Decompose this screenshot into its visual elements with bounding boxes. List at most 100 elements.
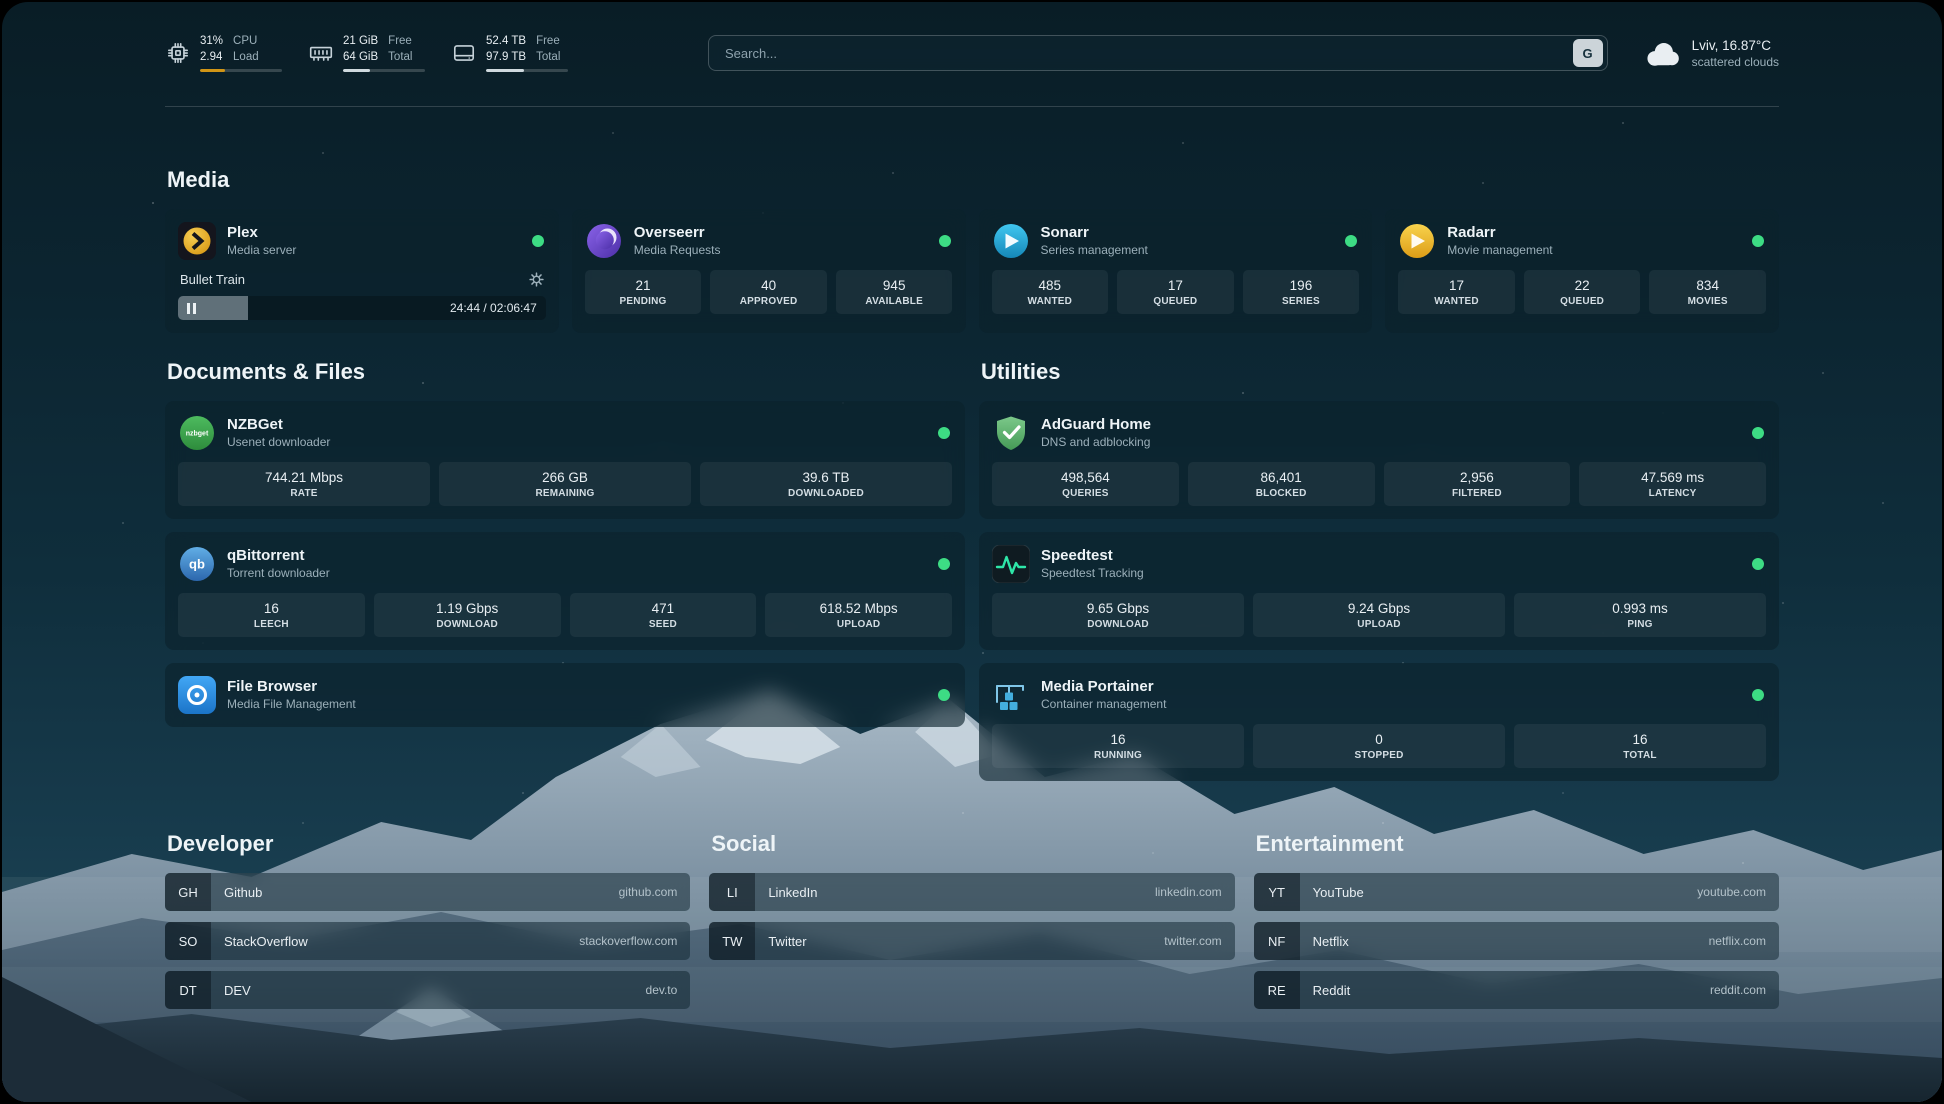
- bookmark-abbr: YT: [1254, 873, 1300, 911]
- bookmark-url: dev.to: [646, 983, 678, 997]
- plex-icon: [178, 222, 216, 260]
- memory-total-label: Total: [388, 50, 412, 66]
- gear-icon[interactable]: [529, 272, 544, 287]
- stat-queued: 17 QUEUED: [1117, 270, 1234, 314]
- stat-pending: 21 PENDING: [585, 270, 702, 314]
- bookmark-abbr: RE: [1254, 971, 1300, 1009]
- service-card-radarr[interactable]: Radarr Movie management 17 WANTED 22 QUE…: [1385, 209, 1779, 333]
- plex-time: 24:44 / 02:06:47: [450, 301, 546, 315]
- memory-free-label: Free: [388, 34, 412, 50]
- bookmark-name: YouTube: [1313, 885, 1364, 900]
- bookmark-url: twitter.com: [1164, 934, 1221, 948]
- service-card-adguard[interactable]: AdGuard Home DNS and adblocking 498,564 …: [979, 401, 1779, 519]
- adguard-icon: [992, 414, 1030, 452]
- stat-stopped: 0 STOPPED: [1253, 724, 1505, 768]
- bookmark-twitter[interactable]: TW Twitter twitter.com: [709, 922, 1234, 960]
- bookmark-abbr: SO: [165, 922, 211, 960]
- overseerr-header[interactable]: Overseerr Media Requests: [585, 222, 953, 260]
- memory-widget: 21 GiB 64 GiB Free Total: [308, 34, 425, 72]
- portainer-header[interactable]: Media Portainer Container management: [992, 676, 1766, 714]
- speedtest-icon: [992, 545, 1030, 583]
- overseerr-icon: [585, 222, 623, 260]
- app-name: File Browser: [227, 677, 356, 697]
- bookmark-name: Netflix: [1313, 934, 1349, 949]
- section-title-media: Media: [167, 167, 1779, 193]
- status-dot: [1345, 235, 1357, 247]
- stat-movies: 834 MOVIES: [1649, 270, 1766, 314]
- status-dot: [1752, 235, 1764, 247]
- status-dot: [938, 689, 950, 701]
- search-input[interactable]: [723, 45, 1573, 62]
- bookmark-abbr: GH: [165, 873, 211, 911]
- app-name: qBittorrent: [227, 546, 330, 566]
- bookmark-url: netflix.com: [1709, 934, 1766, 948]
- memory-usage-bar: [343, 69, 425, 72]
- app-subtitle: Torrent downloader: [227, 566, 330, 582]
- app-name: Radarr: [1447, 223, 1552, 243]
- cpu-usage-fill: [200, 69, 225, 72]
- memory-free: 21 GiB: [343, 34, 378, 50]
- disk-free-label: Free: [536, 34, 560, 50]
- cpu-percent: 31%: [200, 34, 223, 50]
- bookmark-stackoverflow[interactable]: SO StackOverflow stackoverflow.com: [165, 922, 690, 960]
- plex-header[interactable]: Plex Media server: [178, 222, 546, 260]
- service-card-sonarr[interactable]: Sonarr Series management 485 WANTED 17 Q…: [979, 209, 1373, 333]
- cpu-load: 2.94: [200, 50, 223, 66]
- plex-progress-bar: 24:44 / 02:06:47: [178, 296, 546, 320]
- stat-upload: 9.24 Gbps UPLOAD: [1253, 593, 1505, 637]
- stat-upload: 618.52 Mbps UPLOAD: [765, 593, 952, 637]
- weather-location: Lviv, 16.87°C: [1692, 38, 1779, 53]
- stat-available: 945 AVAILABLE: [836, 270, 953, 314]
- app-name: AdGuard Home: [1041, 415, 1151, 435]
- search-provider-button[interactable]: G: [1573, 39, 1603, 67]
- section-developer: Developer GH Github github.com SO StackO…: [165, 831, 690, 1009]
- stat-queries: 498,564 QUERIES: [992, 462, 1179, 506]
- app-subtitle: Media Requests: [634, 243, 721, 259]
- app-subtitle: Media server: [227, 243, 296, 259]
- bookmark-reddit[interactable]: RE Reddit reddit.com: [1254, 971, 1779, 1009]
- bookmark-url: github.com: [619, 885, 678, 899]
- bookmark-name: Github: [224, 885, 262, 900]
- bookmark-github[interactable]: GH Github github.com: [165, 873, 690, 911]
- nzbget-header[interactable]: nzbget NZBGet Usenet downloader: [178, 414, 952, 452]
- app-subtitle: DNS and adblocking: [1041, 435, 1151, 451]
- bookmark-abbr: LI: [709, 873, 755, 911]
- section-title-social: Social: [711, 831, 1234, 857]
- service-card-overseerr[interactable]: Overseerr Media Requests 21 PENDING 40 A…: [572, 209, 966, 333]
- stat-downloaded: 39.6 TB DOWNLOADED: [700, 462, 952, 506]
- filebrowser-header[interactable]: File Browser Media File Management: [178, 676, 952, 714]
- app-name: Plex: [227, 223, 296, 243]
- qbittorrent-icon: qb: [178, 545, 216, 583]
- radarr-header[interactable]: Radarr Movie management: [1398, 222, 1766, 260]
- section-entertainment: Entertainment YT YouTube youtube.com NF …: [1254, 831, 1779, 1009]
- service-card-qbittorrent[interactable]: qb qBittorrent Torrent downloader 16: [165, 532, 965, 650]
- service-card-plex[interactable]: Plex Media server Bullet Train: [165, 209, 559, 333]
- adguard-header[interactable]: AdGuard Home DNS and adblocking: [992, 414, 1766, 452]
- bookmark-dev[interactable]: DT DEV dev.to: [165, 971, 690, 1009]
- sonarr-header[interactable]: Sonarr Series management: [992, 222, 1360, 260]
- search-bar[interactable]: G: [708, 35, 1608, 71]
- service-card-speedtest[interactable]: Speedtest Speedtest Tracking 9.65 Gbps D…: [979, 532, 1779, 650]
- service-card-portainer[interactable]: Media Portainer Container management 16 …: [979, 663, 1779, 781]
- bookmark-abbr: TW: [709, 922, 755, 960]
- qbittorrent-header[interactable]: qb qBittorrent Torrent downloader: [178, 545, 952, 583]
- app-name: Media Portainer: [1041, 677, 1166, 697]
- bookmark-name: Twitter: [768, 934, 806, 949]
- app-name: Sonarr: [1041, 223, 1148, 243]
- weather-condition: scattered clouds: [1692, 55, 1779, 69]
- app-name: Speedtest: [1041, 546, 1144, 566]
- bookmark-netflix[interactable]: NF Netflix netflix.com: [1254, 922, 1779, 960]
- bookmark-abbr: DT: [165, 971, 211, 1009]
- speedtest-header[interactable]: Speedtest Speedtest Tracking: [992, 545, 1766, 583]
- cpu-usage-bar: [200, 69, 282, 72]
- status-dot: [1752, 689, 1764, 701]
- service-card-nzbget[interactable]: nzbget NZBGet Usenet downloader 744.21 M…: [165, 401, 965, 519]
- stat-leech: 16 LEECH: [178, 593, 365, 637]
- bookmark-linkedin[interactable]: LI LinkedIn linkedin.com: [709, 873, 1234, 911]
- bookmark-name: Reddit: [1313, 983, 1351, 998]
- bookmark-name: StackOverflow: [224, 934, 308, 949]
- app-subtitle: Movie management: [1447, 243, 1552, 259]
- dashboard-window: 31% 2.94 CPU Load: [2, 2, 1942, 1102]
- service-card-filebrowser[interactable]: File Browser Media File Management: [165, 663, 965, 727]
- bookmark-youtube[interactable]: YT YouTube youtube.com: [1254, 873, 1779, 911]
